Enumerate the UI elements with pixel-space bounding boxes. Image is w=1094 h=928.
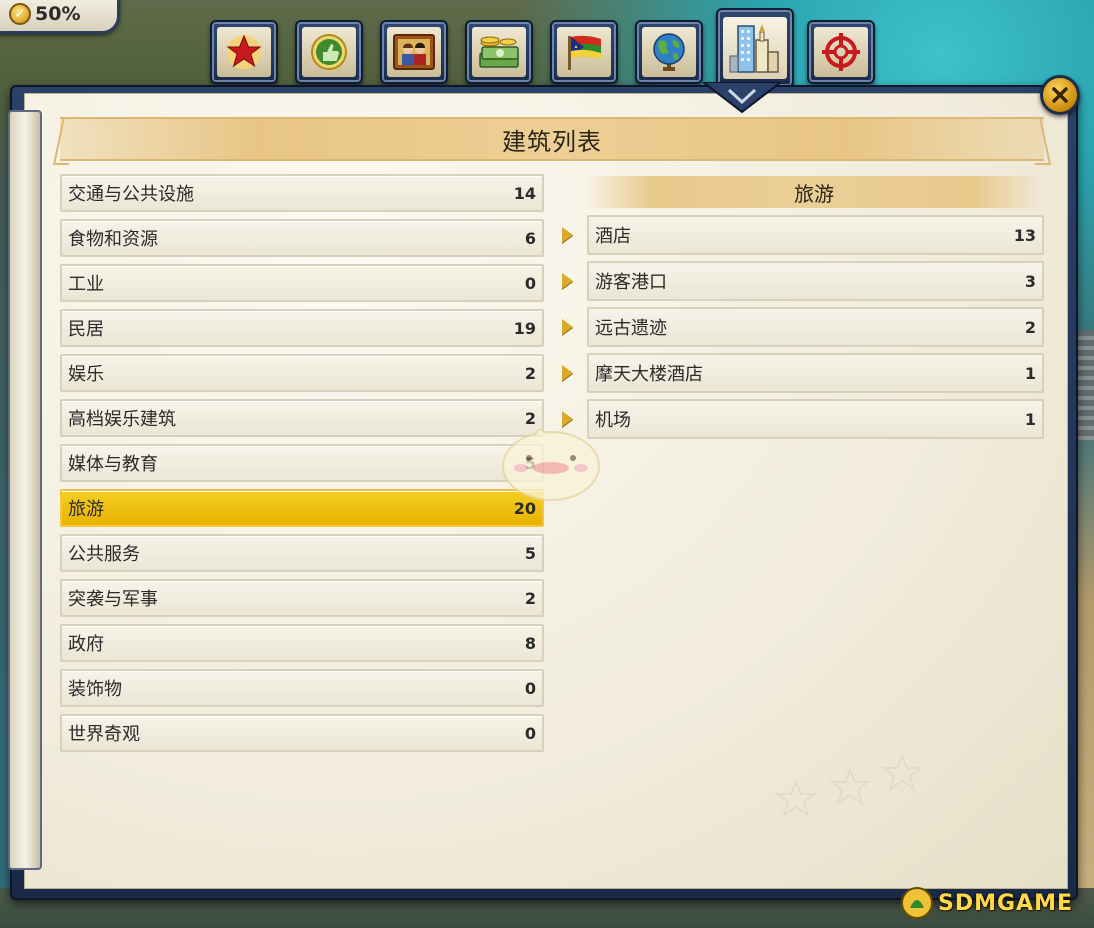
category-row-transport[interactable]: 交通与公共设施 14 [60,174,544,212]
category-row-food[interactable]: 食物和资源 6 [60,219,544,257]
category-label: 政府 [68,634,104,655]
category-count: 14 [513,183,536,203]
tab-economy[interactable] [465,20,533,84]
tab-approval[interactable] [295,20,363,84]
subcategory-count: 2 [1024,317,1036,337]
pier-terrain [1076,330,1094,440]
category-row-government[interactable]: 政府 8 [60,624,544,662]
category-count: 19 [513,318,536,338]
tab-world[interactable] [635,20,703,84]
subcategory-row-skyscraper-hotel[interactable]: 摩天大楼酒店 1 [556,353,1044,393]
progress-value: 50% [35,3,81,25]
tab-people[interactable] [380,20,448,84]
category-count: 0 [524,723,536,743]
category-label: 媒体与教育 [68,454,158,475]
tab-buildings[interactable] [716,8,794,88]
category-row-wonders[interactable]: 世界奇观 0 [60,714,544,752]
subcategory-row-hotel[interactable]: 酒店 13 [556,215,1044,255]
subcategory-header: 旅游 [584,176,1044,208]
category-count: 0 [524,273,536,293]
category-label: 世界奇观 [68,724,140,745]
category-row-industry[interactable]: 工业 0 [60,264,544,302]
buildings-icon [729,24,779,73]
flag-icon [568,35,601,70]
category-row-tourism[interactable]: 旅游 20 [60,489,544,527]
portrait-icon [393,34,435,70]
panel-title: 建筑列表 [502,127,602,156]
category-row-luxury-entertainment[interactable]: 高档娱乐建筑 2 [60,399,544,437]
tab-missions[interactable] [807,20,875,84]
watermark-logo-icon [901,887,933,919]
category-label: 交通与公共设施 [68,184,194,205]
subcategory-count: 13 [1013,225,1036,245]
panel-title-banner: 建筑列表 [60,117,1044,161]
side-scrollbar[interactable] [8,110,42,870]
subcategory-row-tourist-port[interactable]: 游客港口 3 [556,261,1044,301]
thumbs-up-icon [311,34,347,70]
close-button[interactable] [1040,75,1080,115]
category-label: 旅游 [68,499,104,520]
category-count: 6 [524,228,536,248]
category-label: 民居 [68,319,104,340]
subcategory-count: 1 [1024,363,1036,383]
tab-almanac[interactable] [210,20,278,84]
close-icon [1052,87,1068,103]
category-count: 8 [524,633,536,653]
site-watermark: SDMGAME [900,882,1090,924]
expand-arrow-icon[interactable] [562,227,573,243]
subcategory-item[interactable]: 酒店 13 [587,215,1044,255]
expand-arrow-icon[interactable] [562,273,573,289]
subcategory-count: 3 [1024,271,1036,291]
category-label: 娱乐 [68,364,104,385]
category-row-public-service[interactable]: 公共服务 5 [60,534,544,572]
checkmark-icon: ✓ [9,3,31,25]
category-row-entertainment[interactable]: 娱乐 2 [60,354,544,392]
subcategory-item[interactable]: 摩天大楼酒店 1 [587,353,1044,393]
subcategory-label: 摩天大楼酒店 [595,364,703,385]
category-row-residential[interactable]: 民居 19 [60,309,544,347]
subcategory-row-ancient-ruins[interactable]: 远古遗迹 2 [556,307,1044,347]
category-count: 5 [524,543,536,563]
subcategory-title: 旅游 [794,181,834,206]
category-label: 食物和资源 [68,229,158,250]
subcategory-label: 远古遗迹 [595,318,667,339]
subcategory-item[interactable]: 游客港口 3 [587,261,1044,301]
expand-arrow-icon[interactable] [562,365,573,381]
watermark-text: SDMGAME [938,890,1074,916]
subcategory-item[interactable]: 机场 1 [587,399,1044,439]
category-row-military[interactable]: 突袭与军事 2 [60,579,544,617]
category-label: 装饰物 [68,679,122,700]
approval-progress-badge[interactable]: ✓ 50% [0,0,120,34]
tab-diplomacy[interactable] [550,20,618,84]
subcategory-label: 游客港口 [595,272,667,293]
active-tab-pointer-icon [703,82,781,114]
subcategory-label: 酒店 [595,226,631,247]
category-row-decoration[interactable]: 装饰物 0 [60,669,544,707]
category-label: 突袭与军事 [68,589,158,610]
expand-arrow-icon[interactable] [562,319,573,335]
category-label: 工业 [68,274,104,295]
mascot-watermark-icon [502,428,600,501]
subcategory-count: 1 [1024,409,1036,429]
crosshair-icon [822,33,860,71]
rating-stars-icon [775,753,923,818]
category-row-media-education[interactable]: 媒体与教育 5 [60,444,544,482]
red-star-icon [226,34,262,69]
category-label: 公共服务 [68,544,140,565]
category-count: 0 [524,678,536,698]
category-count: 2 [524,363,536,383]
category-label: 高档娱乐建筑 [68,409,176,430]
subcategory-list: 酒店 13 游客港口 3 远古遗迹 2 摩天大楼酒店 1 机场 1 [556,215,1044,445]
category-list: 交通与公共设施 14 食物和资源 6 工业 0 民居 19 娱乐 2 高档娱乐建… [60,174,544,759]
money-icon [479,36,519,68]
globe-icon [653,33,685,71]
category-count: 2 [524,588,536,608]
subcategory-row-airport[interactable]: 机场 1 [556,399,1044,439]
subcategory-item[interactable]: 远古遗迹 2 [587,307,1044,347]
